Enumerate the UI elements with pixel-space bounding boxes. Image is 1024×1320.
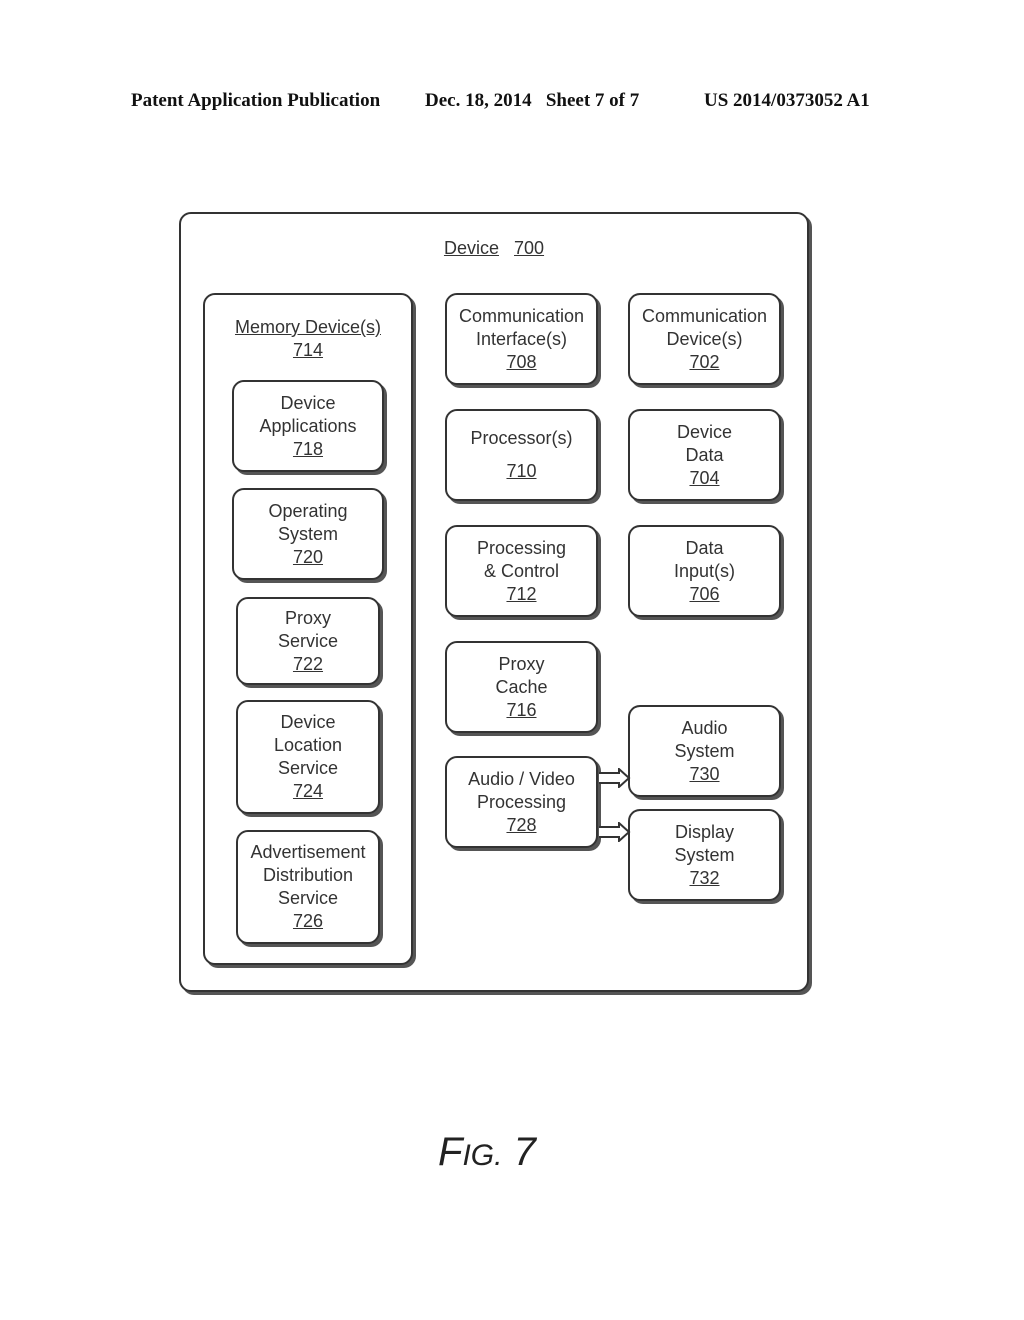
component-712: Processing & Control 712: [445, 525, 598, 617]
component-label-line: Device: [280, 712, 336, 732]
component-label-line: Proxy: [284, 607, 331, 628]
component-722: Proxy Service 722: [236, 597, 380, 685]
component-720: Operating System 720: [232, 488, 384, 580]
component-708: Communication Interface(s) 708: [445, 293, 598, 385]
component-label-line: Data: [685, 537, 724, 558]
component-724: Device Location Service 724: [236, 700, 380, 814]
component-label-line: Proxy: [498, 653, 545, 674]
component-label-line: System: [674, 844, 735, 865]
component-label-line: System: [277, 523, 338, 544]
component-728: Audio / Video Processing 728: [445, 756, 598, 848]
component-label-line: Applications: [259, 415, 357, 436]
component-label-line: Processing: [476, 791, 567, 812]
device-title: Device: [443, 238, 499, 258]
component-label-line: Device: [676, 421, 733, 442]
fig-prefix: F: [438, 1130, 463, 1174]
component-label-line: System: [674, 740, 735, 761]
component-label-line: Service: [277, 630, 339, 651]
component-label-line: Location: [273, 735, 343, 755]
patent-number: US 2014/0373052 A1: [704, 90, 870, 111]
component-706: Data Input(s) 706: [628, 525, 781, 617]
component-label-line: Processor(s): [470, 428, 573, 448]
component-732: Display System 732: [628, 809, 781, 901]
device-label: Device 700: [181, 237, 807, 260]
memory-label: Memory Device(s) 714: [205, 316, 411, 362]
component-number: 718: [292, 438, 324, 459]
component-label-line: Processing: [476, 537, 567, 558]
device-number: 700: [514, 238, 545, 258]
component-number: 730: [689, 763, 720, 784]
component-label-line: Service: [277, 888, 339, 908]
component-number: 732: [689, 867, 720, 888]
arrow-to-audio: [599, 768, 631, 788]
publication-title: Patent Application Publication: [131, 90, 381, 111]
component-label-line: Display: [674, 821, 735, 842]
component-number: 726: [292, 911, 324, 931]
component-number: 708: [506, 351, 537, 372]
component-number: 706: [689, 583, 720, 604]
component-number: 702: [689, 351, 720, 372]
component-label-line: & Control: [483, 560, 560, 581]
component-718: Device Applications 718: [232, 380, 384, 472]
component-label-line: Cache: [495, 676, 548, 697]
component-label-line: Service: [277, 758, 339, 778]
component-label-line: Communication: [458, 305, 585, 326]
component-number: 712: [506, 583, 537, 604]
component-label-line: Distribution: [262, 865, 354, 885]
component-710: Processor(s) 710: [445, 409, 598, 501]
component-label-line: Data: [685, 444, 724, 465]
component-number: 728: [506, 814, 537, 835]
date-sheet: Dec. 18, 2014 Sheet 7 of 7: [425, 90, 640, 111]
component-label-line: Operating: [268, 500, 348, 521]
component-702: Communication Device(s) 702: [628, 293, 781, 385]
component-number: 724: [292, 781, 324, 801]
component-label-line: Audio: [681, 717, 728, 738]
component-730: Audio System 730: [628, 705, 781, 797]
fig-number: 7: [513, 1130, 536, 1174]
component-716: Proxy Cache 716: [445, 641, 598, 733]
component-704: Device Data 704: [628, 409, 781, 501]
component-label-line: Advertisement: [250, 842, 366, 862]
component-label-line: Communication: [641, 305, 768, 326]
component-label-line: Device: [280, 392, 336, 413]
component-number: 720: [292, 546, 324, 567]
component-number: 716: [506, 699, 537, 720]
arrow-to-display: [599, 822, 631, 842]
memory-title: Memory Device(s): [234, 317, 381, 337]
figure-caption: FIG. 7: [438, 1130, 536, 1175]
component-726: Advertisement Distribution Service 726: [236, 830, 380, 944]
component-label-line: Input(s): [673, 560, 736, 581]
component-label-line: Device(s): [666, 328, 743, 349]
component-number: 710: [506, 461, 537, 481]
component-label-line: Audio / Video: [468, 768, 575, 789]
component-number: 704: [689, 467, 720, 488]
component-label-line: Interface(s): [475, 328, 568, 349]
component-number: 722: [292, 653, 324, 674]
fig-rest: IG.: [462, 1139, 503, 1172]
memory-number: 714: [292, 340, 324, 360]
